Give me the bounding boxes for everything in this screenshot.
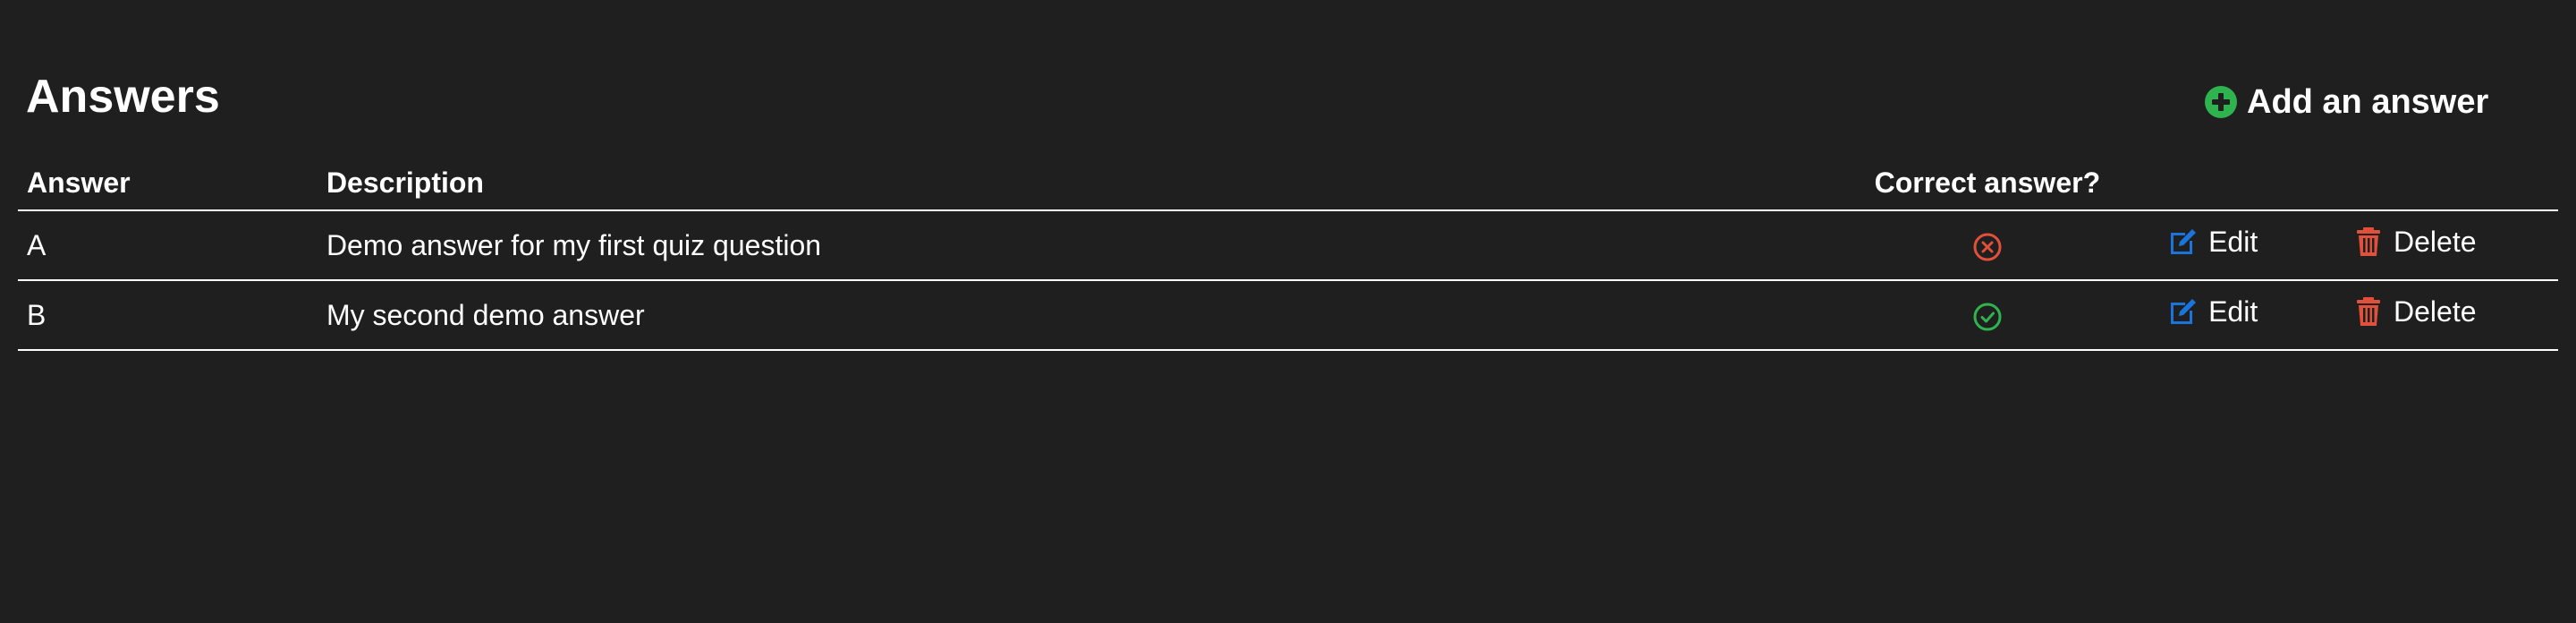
table-row: B My second demo answer Edit Delete	[18, 280, 2558, 351]
column-header-description: Description	[326, 156, 1808, 211]
add-answer-label: Add an answer	[2247, 83, 2489, 121]
add-answer-button[interactable]: Add an answer	[2204, 81, 2488, 124]
correct-answer-cell	[1807, 210, 2168, 281]
edit-icon	[2167, 295, 2199, 328]
edit-label: Edit	[2208, 294, 2258, 328]
delete-cell: Delete	[2352, 280, 2558, 351]
column-header-delete	[2352, 156, 2558, 211]
delete-button[interactable]: Delete	[2352, 226, 2477, 259]
trash-icon	[2352, 226, 2385, 258]
answers-page: Answers Add an answer Answer Description…	[0, 0, 2576, 623]
edit-cell: Edit	[2167, 280, 2353, 351]
answers-table: Answer Description Correct answer? A Dem…	[18, 156, 2558, 351]
delete-button[interactable]: Delete	[2352, 295, 2477, 329]
edit-icon	[2167, 226, 2199, 258]
delete-cell: Delete	[2352, 210, 2558, 281]
answer-cell: A	[18, 210, 326, 281]
plus-circle-icon	[2204, 85, 2238, 119]
edit-button[interactable]: Edit	[2167, 295, 2258, 329]
edit-button[interactable]: Edit	[2167, 226, 2258, 259]
correct-answer-cell	[1807, 280, 2168, 351]
edit-label: Edit	[2208, 225, 2258, 258]
edit-cell: Edit	[2167, 210, 2353, 281]
column-header-edit	[2167, 156, 2353, 211]
answer-cell: B	[18, 280, 326, 351]
column-header-answer: Answer	[18, 156, 326, 211]
table-row: A Demo answer for my first quiz question	[18, 210, 2558, 281]
description-cell: My second demo answer	[326, 280, 1808, 351]
x-circle-icon	[1972, 232, 2003, 262]
delete-label: Delete	[2394, 294, 2477, 328]
trash-icon	[2352, 295, 2385, 328]
column-header-correct-answer: Correct answer?	[1807, 156, 2168, 211]
delete-label: Delete	[2394, 225, 2477, 258]
page-title: Answers	[26, 71, 220, 123]
description-cell: Demo answer for my first quiz question	[326, 210, 1808, 281]
check-circle-icon	[1972, 302, 2003, 332]
table-header-row: Answer Description Correct answer?	[18, 156, 2558, 211]
